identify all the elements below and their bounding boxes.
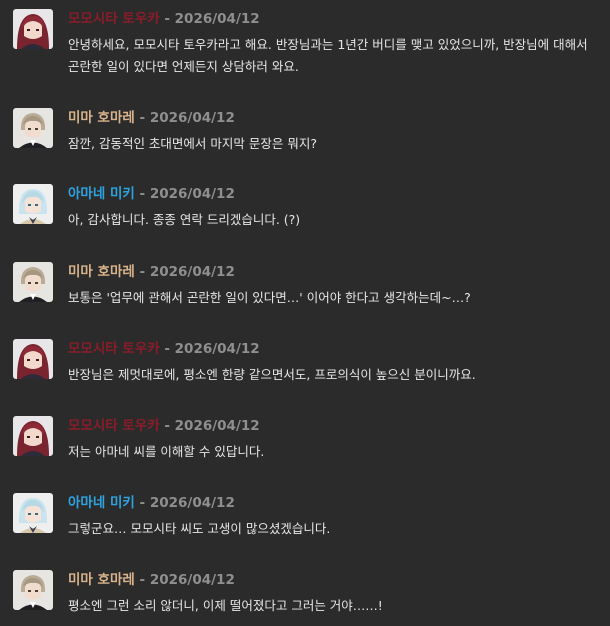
timestamp: 2026/04/12	[174, 418, 260, 434]
amane-avatar[interactable]	[13, 493, 53, 533]
header-separator: -	[159, 418, 175, 434]
message-header: 모모시타 토우카 - 2026/04/12	[68, 10, 260, 28]
author-name[interactable]: 모모시타 토우카	[68, 341, 160, 357]
timestamp: 2026/04/12	[149, 495, 235, 511]
momoshita-avatar[interactable]	[13, 416, 53, 456]
message-header: 아마네 미키 - 2026/04/12	[68, 185, 235, 203]
message-text: 저는 아마네 씨를 이해할 수 있답니다.	[68, 444, 265, 459]
mima-avatar[interactable]	[13, 108, 53, 148]
message-text: 잠깐, 감동적인 초대면에서 마지막 문장은 뭐지?	[68, 136, 317, 151]
timestamp: 2026/04/12	[149, 572, 235, 588]
message-header: 모모시타 토우카 - 2026/04/12	[68, 340, 260, 358]
momoshita-avatar[interactable]	[13, 9, 53, 49]
message-header: 모모시타 토우카 - 2026/04/12	[68, 417, 260, 435]
message-text: 안녕하세요, 모모시타 토우카라고 해요. 반장님과는 1년간 버디를 맺고 있…	[68, 37, 588, 74]
header-separator: -	[134, 110, 150, 126]
message-header: 아마네 미키 - 2026/04/12	[68, 494, 235, 512]
author-name[interactable]: 미마 호마레	[68, 110, 135, 126]
timestamp: 2026/04/12	[149, 186, 235, 202]
message-text: 보통은 '업무에 관해서 곤란한 일이 있다면…' 이어야 한다고 생각하는데~…	[68, 290, 471, 305]
mima-avatar[interactable]	[13, 262, 53, 302]
author-name[interactable]: 미마 호마레	[68, 572, 135, 588]
message-header: 미마 호마레 - 2026/04/12	[68, 263, 235, 281]
header-separator: -	[134, 495, 150, 511]
momoshita-avatar[interactable]	[13, 339, 53, 379]
timestamp: 2026/04/12	[174, 11, 260, 27]
message-header: 미마 호마레 - 2026/04/12	[68, 109, 235, 127]
author-name[interactable]: 미마 호마레	[68, 264, 135, 280]
message-header: 미마 호마레 - 2026/04/12	[68, 571, 235, 589]
amane-avatar[interactable]	[13, 184, 53, 224]
author-name[interactable]: 모모시타 토우카	[68, 11, 160, 27]
message-text: 평소엔 그런 소리 않더니, 이제 떨어졌다고 그러는 거야……!	[68, 598, 383, 613]
header-separator: -	[134, 186, 150, 202]
header-separator: -	[159, 341, 175, 357]
message-text: 아, 감사합니다. 종종 연락 드리겠습니다. (?)	[68, 212, 301, 227]
timestamp: 2026/04/12	[149, 264, 235, 280]
header-separator: -	[159, 11, 175, 27]
message-text: 반장님은 제멋대로에, 평소엔 한량 같으면서도, 프로의식이 높으신 분이니까…	[68, 367, 476, 382]
timestamp: 2026/04/12	[174, 341, 260, 357]
mima-avatar[interactable]	[13, 570, 53, 610]
header-separator: -	[134, 264, 150, 280]
timestamp: 2026/04/12	[149, 110, 235, 126]
header-separator: -	[134, 572, 150, 588]
author-name[interactable]: 모모시타 토우카	[68, 418, 160, 434]
message-text: 그렇군요… 모모시타 씨도 고생이 많으셨겠습니다.	[68, 521, 331, 536]
author-name[interactable]: 아마네 미키	[68, 495, 135, 511]
author-name[interactable]: 아마네 미키	[68, 186, 135, 202]
chat-log: 모모시타 토우카 - 2026/04/12 안녕하세요, 모모시타 토우카라고 …	[0, 0, 610, 626]
